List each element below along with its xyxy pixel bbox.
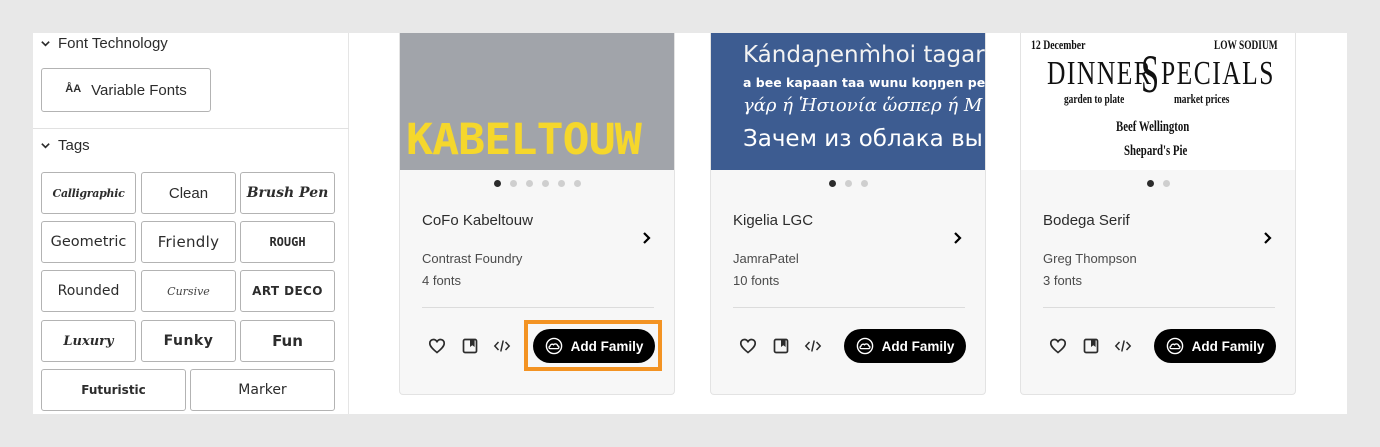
font-card-bodega[interactable]: 12 December LOW SODIUM DINNER S PECIALS … xyxy=(1020,33,1296,395)
preview-dish: Beef Wellington xyxy=(1116,119,1190,135)
font-card-kabeltouw[interactable]: KABELTOUW CoFo Kabeltouw Contrast Foundr… xyxy=(399,33,675,395)
card-divider xyxy=(733,307,965,308)
font-count: 10 fonts xyxy=(733,273,780,288)
tag-luxury[interactable]: Luxury xyxy=(41,320,136,362)
preview-line: γάρ ή Ἡσιονία ὥσπερ ή Μ xyxy=(743,95,983,116)
chevron-right-icon[interactable] xyxy=(641,231,651,245)
carousel-dot[interactable] xyxy=(844,180,852,187)
preview-line: a bee kapaan taa wunu koŋŋen pee l xyxy=(743,75,986,90)
tag-geometric[interactable]: Geometric xyxy=(41,221,136,263)
add-family-label: Add Family xyxy=(881,338,955,354)
heart-icon[interactable] xyxy=(428,337,446,355)
preview-specials: PECIALS xyxy=(1161,55,1275,92)
creative-cloud-icon xyxy=(1166,337,1183,355)
font-card-kigelia[interactable]: Kándaɲenm̀hoi tagara a bee kapaan taa wu… xyxy=(710,33,986,395)
tag-cursive[interactable]: Cursive xyxy=(141,270,236,312)
tag-marker[interactable]: Marker xyxy=(190,369,335,411)
carousel-dot[interactable] xyxy=(525,180,533,187)
code-icon[interactable] xyxy=(1114,337,1132,355)
filter-sidebar: Font Technology ÅA Variable Fonts Tags C… xyxy=(33,33,349,414)
chevron-right-icon[interactable] xyxy=(952,231,962,245)
carousel-dots xyxy=(400,180,674,187)
preview-text: KABELTOUW xyxy=(406,114,642,165)
tags-label: Tags xyxy=(58,137,90,154)
carousel-dot[interactable] xyxy=(1146,180,1154,187)
tag-art-deco[interactable]: ART DECO xyxy=(240,270,335,312)
carousel-dot[interactable] xyxy=(573,180,581,187)
add-family-label: Add Family xyxy=(570,338,644,354)
carousel-dot[interactable] xyxy=(557,180,565,187)
chevron-down-icon xyxy=(41,143,50,149)
font-count: 3 fonts xyxy=(1043,273,1083,288)
code-icon[interactable] xyxy=(493,337,511,355)
carousel-dots xyxy=(1021,180,1295,187)
variable-fonts-label: Variable Fonts xyxy=(91,81,187,99)
bookmark-icon[interactable] xyxy=(1082,337,1100,355)
preview-date: 12 December xyxy=(1031,37,1086,52)
family-name[interactable]: CoFo Kabeltouw xyxy=(422,212,533,229)
tag-friendly[interactable]: Friendly xyxy=(141,221,236,263)
bookmark-icon[interactable] xyxy=(772,337,790,355)
foundry-name[interactable]: Greg Thompson xyxy=(1043,251,1137,266)
heart-icon[interactable] xyxy=(1049,337,1067,355)
tag-rough[interactable]: ROUGH xyxy=(240,221,335,263)
carousel-dots xyxy=(711,180,985,187)
chevron-right-icon[interactable] xyxy=(1262,231,1272,245)
add-family-label: Add Family xyxy=(1191,338,1265,354)
carousel-dot[interactable] xyxy=(541,180,549,187)
font-preview[interactable]: Kándaɲenm̀hoi tagara a bee kapaan taa wu… xyxy=(711,33,986,170)
sidebar-divider xyxy=(33,128,349,129)
chevron-down-icon xyxy=(41,41,50,47)
code-icon[interactable] xyxy=(804,337,822,355)
variable-fonts-button[interactable]: ÅA Variable Fonts xyxy=(41,68,211,112)
carousel-dot[interactable] xyxy=(493,180,501,187)
font-preview[interactable]: KABELTOUW xyxy=(400,33,674,170)
family-name[interactable]: Bodega Serif xyxy=(1043,212,1130,229)
font-browser: Font Technology ÅA Variable Fonts Tags C… xyxy=(33,33,1347,414)
preview-dish: Shepard's Pie xyxy=(1124,143,1188,159)
tag-clean[interactable]: Clean xyxy=(141,172,236,214)
preview-line: Kándaɲenm̀hoi tagara xyxy=(743,42,986,68)
preview-big-s: S xyxy=(1141,44,1160,104)
carousel-dot[interactable] xyxy=(509,180,517,187)
preview-garden: garden to plate xyxy=(1064,91,1125,106)
creative-cloud-icon xyxy=(856,337,873,355)
font-preview[interactable]: 12 December LOW SODIUM DINNER S PECIALS … xyxy=(1021,33,1295,170)
carousel-dot[interactable] xyxy=(828,180,836,187)
preview-low-sodium: LOW SODIUM xyxy=(1214,37,1278,52)
tag-rounded[interactable]: Rounded xyxy=(41,270,136,312)
preview-market: market prices xyxy=(1174,91,1230,106)
bookmark-icon[interactable] xyxy=(461,337,479,355)
tag-funky[interactable]: Funky xyxy=(141,320,236,362)
add-family-button[interactable]: Add Family xyxy=(1154,329,1276,363)
tag-brush-pen[interactable]: Brush Pen xyxy=(240,172,335,214)
preview-dinner: DINNER xyxy=(1047,55,1153,92)
foundry-name[interactable]: JamraPatel xyxy=(733,251,799,266)
font-technology-label: Font Technology xyxy=(58,35,168,52)
add-family-button[interactable]: Add Family xyxy=(533,329,655,363)
card-divider xyxy=(422,307,654,308)
creative-cloud-icon xyxy=(545,337,562,355)
carousel-dot[interactable] xyxy=(860,180,868,187)
carousel-dot[interactable] xyxy=(1162,180,1170,187)
font-technology-toggle[interactable]: Font Technology xyxy=(40,35,168,52)
family-name[interactable]: Kigelia LGC xyxy=(733,212,813,229)
tag-fun[interactable]: Fun xyxy=(240,320,335,362)
heart-icon[interactable] xyxy=(739,337,757,355)
variable-font-icon: ÅA xyxy=(65,82,82,95)
card-divider xyxy=(1043,307,1275,308)
tag-futuristic[interactable]: Futuristic xyxy=(41,369,186,411)
tag-calligraphic[interactable]: Calligraphic xyxy=(41,172,136,214)
add-family-button[interactable]: Add Family xyxy=(844,329,966,363)
preview-line: Зачем из облака вы xyxy=(743,126,983,152)
tags-toggle[interactable]: Tags xyxy=(40,137,90,154)
font-count: 4 fonts xyxy=(422,273,462,288)
foundry-name[interactable]: Contrast Foundry xyxy=(422,251,522,266)
